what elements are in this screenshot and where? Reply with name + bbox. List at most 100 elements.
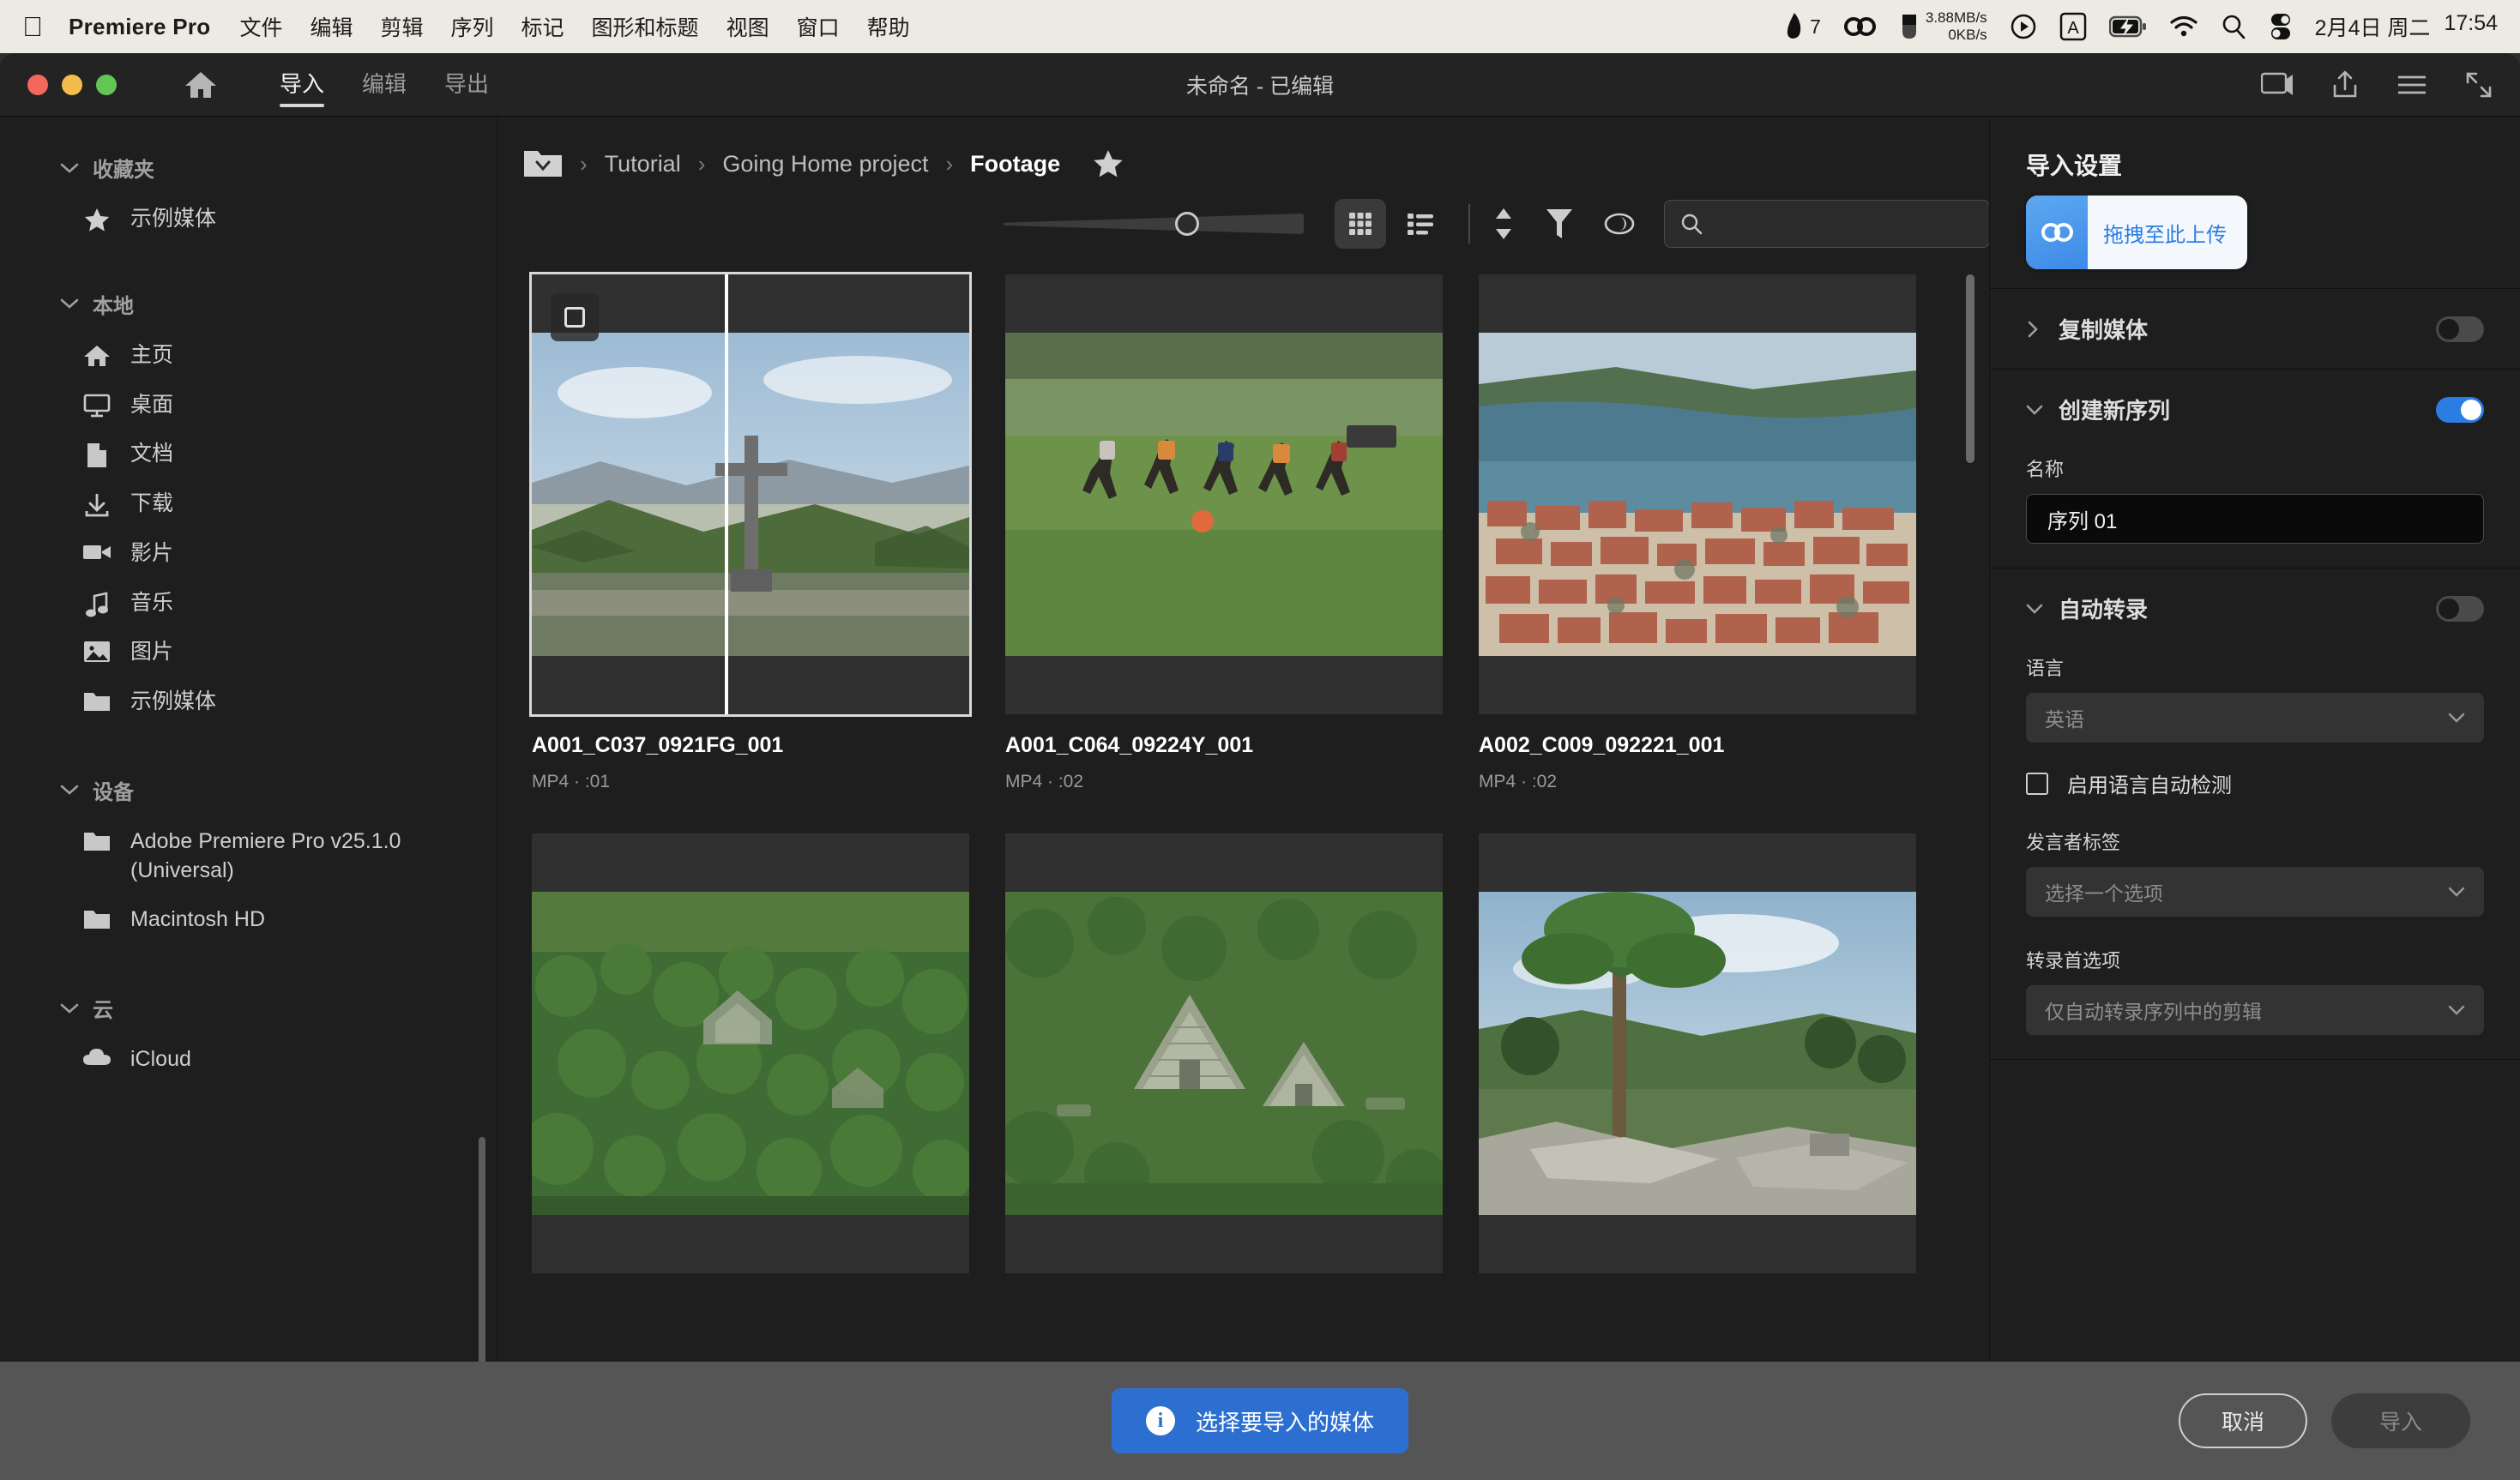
sidebar-item-downloads[interactable]: 下载 — [0, 479, 497, 529]
media-card[interactable] — [532, 833, 969, 1292]
sidebar-scrollbar[interactable] — [479, 1137, 485, 1362]
sidebar-item-pictures[interactable]: 图片 — [0, 628, 497, 677]
play-circle-icon[interactable] — [2010, 13, 2037, 40]
media-card[interactable] — [1005, 833, 1443, 1292]
media-grid-scrollbar[interactable] — [1966, 274, 1974, 463]
menu-hamburger-icon[interactable] — [2396, 74, 2427, 96]
chevron-down-icon[interactable] — [2026, 404, 2043, 416]
menubar-item-window[interactable]: 窗口 — [797, 11, 840, 42]
search-field[interactable] — [1664, 200, 1990, 248]
menubar-app-name[interactable]: Premiere Pro — [69, 14, 210, 40]
media-card[interactable]: A001_C037_0921FG_001 MP4 · :01 — [532, 274, 969, 792]
sidebar-item-desktop[interactable]: 桌面 — [0, 381, 497, 430]
drag-upload-badge[interactable]: 拖拽至此上传 — [2026, 196, 2247, 269]
sidebar-item-sample-media[interactable]: 示例媒体 — [0, 677, 497, 727]
menubar-item-edit[interactable]: 编辑 — [310, 11, 353, 42]
media-card[interactable]: A002_C009_092221_001 MP4 · :02 — [1479, 274, 1916, 792]
sidebar-item-music[interactable]: 音乐 — [0, 579, 497, 629]
new-sequence-toggle[interactable] — [2436, 397, 2484, 423]
media-thumbnail[interactable] — [532, 274, 969, 714]
section-header[interactable]: 自动转录 — [2026, 593, 2484, 624]
screen-share-icon[interactable] — [2261, 71, 2294, 99]
list-view-button[interactable] — [1395, 199, 1446, 249]
sidebar-item-documents[interactable]: 文档 — [0, 430, 497, 479]
tab-edit[interactable]: 编辑 — [343, 62, 425, 107]
select-checkbox[interactable] — [551, 293, 599, 341]
copy-media-toggle[interactable] — [2436, 316, 2484, 342]
select-media-status-button[interactable]: i 选择要导入的媒体 — [1112, 1388, 1408, 1453]
chevron-right-icon[interactable] — [2026, 320, 2043, 339]
transcription-pref-select[interactable]: 仅自动转录序列中的剪辑 — [2026, 985, 2484, 1035]
spotlight-search-icon[interactable] — [2221, 14, 2246, 39]
cancel-button[interactable]: 取消 — [2179, 1393, 2307, 1448]
menubar-item-sequence[interactable]: 序列 — [451, 11, 494, 42]
scrub-playhead[interactable] — [725, 274, 728, 714]
auto-transcribe-toggle[interactable] — [2436, 596, 2484, 622]
apple-menu-icon[interactable]:  — [22, 13, 43, 40]
menubar-item-file[interactable]: 文件 — [239, 11, 282, 42]
grid-view-button[interactable] — [1335, 199, 1386, 249]
sidebar-item-macintosh-hd[interactable]: Macintosh HD — [0, 895, 497, 945]
folder-dropdown-icon[interactable] — [523, 147, 563, 180]
sidebar-item-icloud[interactable]: iCloud — [0, 1035, 497, 1085]
star-icon[interactable] — [1093, 149, 1124, 178]
sidebar-group-cloud[interactable]: 云 — [0, 981, 497, 1035]
chevron-down-icon[interactable] — [2026, 603, 2043, 615]
media-thumbnail[interactable] — [532, 833, 969, 1273]
eye-icon[interactable] — [1604, 211, 1635, 237]
close-window-button[interactable] — [27, 75, 48, 95]
slider-knob[interactable] — [1175, 212, 1199, 236]
wifi-icon[interactable] — [2169, 15, 2198, 38]
media-card[interactable] — [1479, 833, 1916, 1292]
sidebar-group-local[interactable]: 本地 — [0, 277, 497, 331]
sidebar-group-favorites[interactable]: 收藏夹 — [0, 141, 497, 195]
media-thumbnail[interactable] — [1005, 833, 1443, 1273]
input-source-icon[interactable]: A — [2059, 12, 2087, 41]
media-thumbnail[interactable] — [1479, 833, 1916, 1273]
sort-icon[interactable] — [1492, 207, 1515, 241]
toolbar-icons — [1492, 207, 1635, 241]
sidebar-item-sample-media-fav[interactable]: 示例媒体 — [0, 195, 497, 244]
section-header[interactable]: 创建新序列 — [2026, 394, 2484, 425]
minimize-window-button[interactable] — [62, 75, 82, 95]
search-input[interactable] — [1715, 213, 1974, 235]
tab-export[interactable]: 导出 — [425, 62, 508, 107]
speaker-select[interactable]: 选择一个选项 — [2026, 867, 2484, 917]
breadcrumb-item-tutorial[interactable]: Tutorial — [605, 151, 681, 177]
auto-detect-language-row[interactable]: 启用语言自动检测 — [2026, 768, 2484, 798]
breadcrumb-item-going-home-project[interactable]: Going Home project — [722, 151, 928, 177]
sidebar-item-home[interactable]: 主页 — [0, 331, 497, 381]
notification-badge[interactable]: 7 — [1784, 12, 1821, 41]
fullscreen-icon[interactable] — [2465, 71, 2493, 99]
menubar-item-marker[interactable]: 标记 — [521, 11, 564, 42]
menubar-item-view[interactable]: 视图 — [726, 11, 769, 42]
menubar-item-clip[interactable]: 剪辑 — [381, 11, 424, 42]
checkbox-icon[interactable] — [2026, 773, 2048, 795]
breadcrumb-item-footage[interactable]: Footage — [970, 151, 1060, 177]
tab-import[interactable]: 导入 — [261, 62, 343, 107]
share-icon[interactable] — [2331, 70, 2359, 99]
menubar-clock[interactable]: 2月4日 周二 17:54 — [2315, 11, 2498, 42]
star-icon — [82, 205, 112, 232]
section-header[interactable]: 复制媒体 — [2026, 313, 2484, 345]
sidebar-item-label: 示例媒体 — [130, 205, 216, 234]
sequence-name-input[interactable] — [2026, 494, 2484, 544]
filter-icon[interactable] — [1546, 208, 1573, 240]
home-icon[interactable] — [184, 69, 218, 100]
creative-cloud-icon[interactable] — [1843, 14, 1878, 39]
sidebar-item-movies[interactable]: 影片 — [0, 529, 497, 579]
menubar-item-help[interactable]: 帮助 — [867, 11, 910, 42]
thumbnail-size-slider[interactable] — [1004, 209, 1304, 238]
menubar-item-graphics[interactable]: 图形和标题 — [592, 11, 699, 42]
maximize-window-button[interactable] — [96, 75, 117, 95]
sidebar-item-adobe-premiere-pro[interactable]: Adobe Premiere Pro v25.1.0 (Universal) — [0, 817, 497, 896]
language-select[interactable]: 英语 — [2026, 693, 2484, 743]
media-card[interactable]: A001_C064_09224Y_001 MP4 · :02 — [1005, 274, 1443, 792]
control-center-icon[interactable] — [2269, 13, 2293, 40]
import-button[interactable]: 导入 — [2331, 1393, 2470, 1448]
sidebar-group-devices[interactable]: 设备 — [0, 763, 497, 817]
media-thumbnail[interactable] — [1005, 274, 1443, 714]
media-thumbnail[interactable] — [1479, 274, 1916, 714]
network-monitor-icon[interactable]: 3.88MB/s 0KB/s — [1900, 9, 1987, 43]
battery-charging-icon[interactable] — [2109, 15, 2147, 38]
